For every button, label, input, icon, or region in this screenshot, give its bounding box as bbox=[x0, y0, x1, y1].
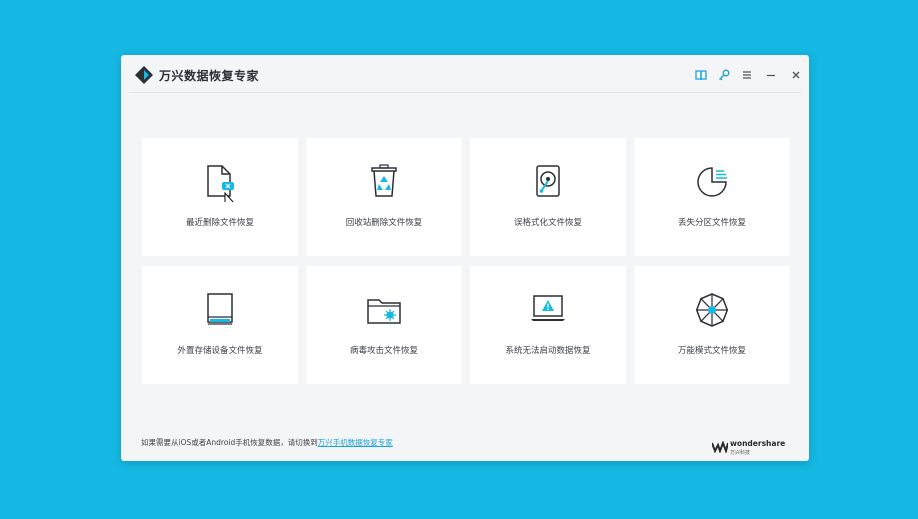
brand-subtitle: 万兴科技 bbox=[730, 450, 751, 456]
brand-logo: wondershare 万兴科技 bbox=[712, 439, 792, 457]
book-icon bbox=[695, 70, 707, 81]
card-label: 万能模式文件恢复 bbox=[677, 346, 746, 356]
title-bar: 万兴数据恢复专家 bbox=[121, 55, 809, 93]
card-label: 外置存储设备文件恢复 bbox=[177, 346, 263, 356]
close-button[interactable] bbox=[789, 68, 803, 82]
virus-attack-icon bbox=[367, 299, 401, 324]
card-recent-deleted[interactable]: 最近删除文件恢复 bbox=[142, 138, 298, 256]
title-divider bbox=[129, 92, 801, 93]
brand-name: wondershare bbox=[730, 439, 786, 448]
system-crash-icon bbox=[531, 295, 565, 321]
menu-button[interactable] bbox=[740, 68, 754, 82]
lost-partition-icon bbox=[697, 167, 727, 197]
close-icon bbox=[792, 71, 800, 79]
card-label: 系统无法启动数据恢复 bbox=[505, 346, 591, 356]
minimize-button[interactable] bbox=[764, 68, 778, 82]
app-logo-icon bbox=[135, 66, 153, 84]
key-icon bbox=[719, 69, 730, 81]
card-recycle-bin[interactable]: 回收站删除文件恢复 bbox=[306, 138, 462, 256]
mobile-recovery-link[interactable]: 万兴手机数据恢复专家 bbox=[318, 438, 393, 447]
card-lost-partition[interactable]: 丢失分区文件恢复 bbox=[634, 138, 790, 256]
footer-text: 如果需要从iOS或者Android手机恢复数据，请切换到 bbox=[141, 438, 318, 447]
card-label: 回收站删除文件恢复 bbox=[345, 218, 423, 228]
app-window: 万兴数据恢复专家 最近删除文件恢复 回收站删除文件恢复 误格式化文件恢复 丢失分… bbox=[121, 55, 809, 461]
wondershare-logo-icon bbox=[712, 441, 728, 453]
card-label: 丢失分区文件恢复 bbox=[677, 218, 746, 228]
footer-note: 如果需要从iOS或者Android手机恢复数据，请切换到万兴手机数据恢复专家 bbox=[141, 437, 393, 448]
card-system-crash[interactable]: 系统无法启动数据恢复 bbox=[470, 266, 626, 384]
recent-deleted-file-icon bbox=[207, 165, 234, 202]
guide-button[interactable] bbox=[694, 68, 708, 82]
card-all-around[interactable]: 万能模式文件恢复 bbox=[634, 266, 790, 384]
card-label: 误格式化文件恢复 bbox=[513, 218, 582, 228]
card-label: 最近删除文件恢复 bbox=[185, 218, 254, 228]
all-around-mode-icon bbox=[695, 293, 729, 327]
external-storage-icon bbox=[207, 293, 233, 325]
app-title: 万兴数据恢复专家 bbox=[159, 69, 260, 83]
register-button[interactable] bbox=[717, 68, 731, 82]
menu-icon bbox=[743, 71, 751, 79]
card-external-storage[interactable]: 外置存储设备文件恢复 bbox=[142, 266, 298, 384]
card-virus-attack[interactable]: 病毒攻击文件恢复 bbox=[306, 266, 462, 384]
formatted-drive-icon bbox=[536, 165, 560, 197]
recycle-bin-icon bbox=[371, 164, 397, 197]
card-formatted[interactable]: 误格式化文件恢复 bbox=[470, 138, 626, 256]
card-label: 病毒攻击文件恢复 bbox=[349, 346, 418, 356]
minimize-icon bbox=[767, 74, 775, 77]
